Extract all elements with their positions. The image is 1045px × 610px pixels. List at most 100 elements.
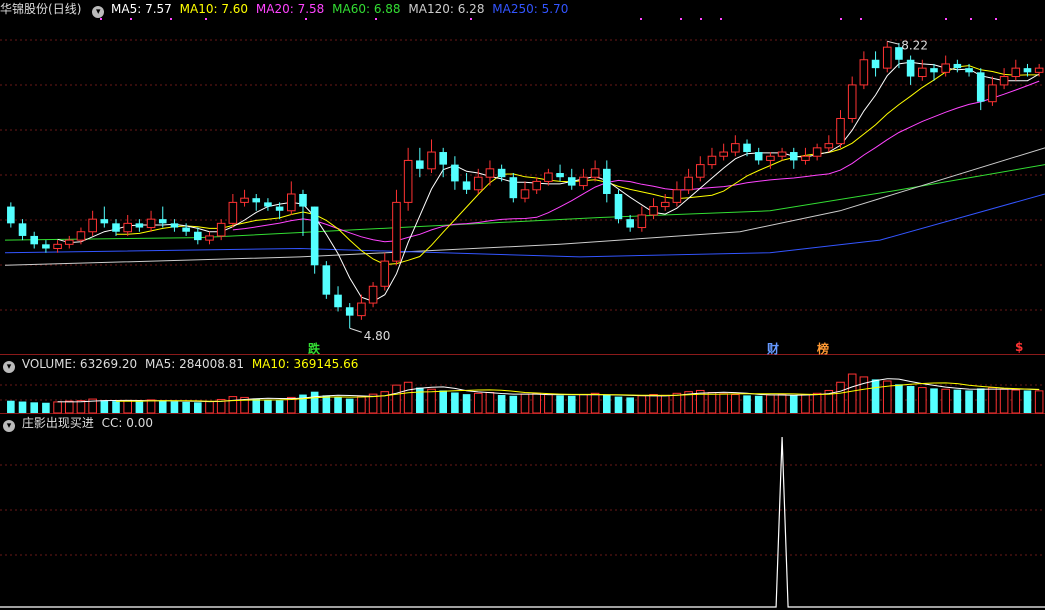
candle-body — [135, 223, 144, 228]
candle-body — [766, 155, 775, 161]
ma60-label: MA60: 6.88 — [332, 2, 401, 16]
chevron-down-icon[interactable]: ▾ — [3, 361, 15, 373]
volume-bar — [509, 395, 518, 413]
ma20-line — [232, 80, 1040, 243]
chevron-down-icon[interactable]: ▾ — [3, 420, 15, 432]
candle-body — [462, 181, 471, 190]
volume-bar — [965, 390, 973, 413]
top-marker-dot — [700, 18, 702, 20]
volume-bar — [252, 398, 261, 413]
volume-bar — [473, 392, 483, 414]
candle-body — [1011, 67, 1021, 78]
candle-body — [182, 227, 190, 232]
volume-bar — [719, 393, 728, 414]
volume-bar — [112, 401, 120, 413]
volume-bar — [30, 402, 39, 413]
volume-bar — [64, 400, 74, 414]
candle-body — [275, 206, 284, 211]
top-marker-dot — [170, 18, 172, 20]
volume-bar — [76, 400, 86, 414]
fall-marker: 跌 — [308, 342, 321, 356]
candle-body — [824, 143, 834, 149]
candle-body — [1034, 67, 1044, 73]
volume-ma5-label: MA5: 284008.81 — [145, 357, 244, 371]
candle-body — [999, 76, 1009, 86]
candle-body — [660, 201, 670, 208]
volume-bar — [918, 387, 927, 414]
candle-body — [146, 218, 156, 229]
top-marker-dot — [305, 18, 307, 20]
ma10-label: MA10: 7.60 — [179, 2, 249, 16]
candle-body — [88, 218, 97, 233]
candle-body — [801, 155, 810, 161]
chevron-down-icon[interactable]: ▾ — [92, 6, 105, 18]
signal-line — [0, 436, 1045, 608]
volume-bar — [999, 388, 1009, 414]
volume-bar — [146, 399, 156, 414]
candle-body — [299, 193, 307, 207]
volume-bar — [743, 395, 751, 413]
candle-body — [544, 172, 553, 182]
ma5-label: MA5: 7.57 — [111, 2, 172, 16]
candle-body — [194, 231, 202, 241]
ma20-label: MA20: 7.58 — [255, 2, 325, 16]
volume-bar — [485, 392, 495, 414]
volume-bar — [497, 394, 506, 413]
candle-body — [882, 46, 892, 69]
volume-bar — [123, 400, 132, 414]
candle-body — [112, 223, 120, 232]
candle-body — [53, 243, 62, 250]
candle-body — [953, 63, 962, 69]
candle-body — [345, 307, 354, 316]
candle-body — [859, 59, 869, 86]
ma250-label: MA250: 5.70 — [492, 2, 569, 16]
candle-body — [812, 147, 822, 157]
candle-body — [603, 168, 611, 194]
finance-marker: 财 — [767, 342, 780, 356]
top-marker-dot — [375, 18, 377, 20]
volume-bar — [264, 399, 272, 413]
candle-body — [567, 177, 576, 186]
candle-body — [310, 206, 319, 266]
top-marker-dot — [680, 18, 682, 20]
top-marker-dot — [130, 18, 132, 20]
candle-body — [427, 151, 436, 170]
top-marker-dot — [100, 18, 102, 20]
top-marker-dot — [720, 18, 722, 20]
volume-bar — [614, 396, 623, 413]
volume-bar — [544, 394, 553, 414]
candle-body — [871, 59, 880, 69]
volume-bar — [427, 388, 436, 414]
candle-body — [520, 189, 530, 199]
candle-body — [930, 68, 938, 73]
volume-bar — [532, 392, 541, 414]
candle-body — [614, 193, 623, 220]
volume-bar — [1023, 390, 1032, 413]
volume-bar — [941, 388, 950, 414]
volume-bar — [403, 381, 413, 414]
candle-body — [556, 173, 564, 178]
candle-body — [777, 151, 787, 157]
volume-panel-header: ▾ VOLUME: 63269.20 MA5: 284008.81 MA10: … — [0, 355, 362, 373]
volume-bar — [660, 394, 670, 414]
low-label: 4.80 — [364, 329, 391, 343]
volume-bar — [18, 401, 27, 413]
candle-body — [240, 197, 249, 203]
candle-body — [485, 168, 495, 178]
volume-bar — [158, 400, 167, 413]
volume-bar — [906, 385, 915, 413]
candle-body — [76, 231, 86, 241]
candle-body — [100, 219, 109, 224]
candle-body — [509, 177, 518, 199]
volume-bar — [439, 390, 447, 413]
candle-body — [416, 160, 424, 169]
volume-bar — [590, 392, 600, 414]
candle-body — [264, 202, 272, 207]
candle-body — [684, 176, 693, 191]
volume-bar — [836, 381, 845, 414]
stock-name: 华锦股份 — [0, 2, 49, 16]
candle-body — [579, 176, 588, 187]
candle-body — [836, 117, 845, 145]
candle-body — [216, 222, 226, 237]
volume-bar — [754, 395, 763, 413]
